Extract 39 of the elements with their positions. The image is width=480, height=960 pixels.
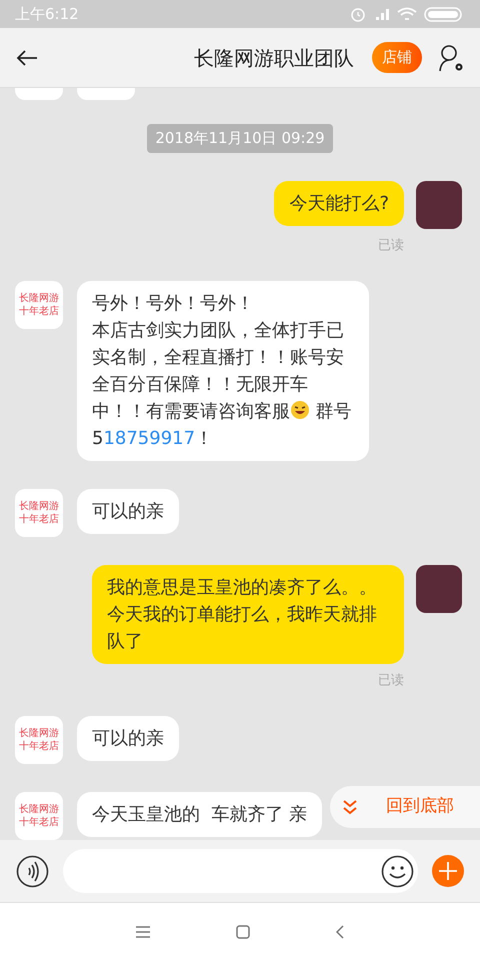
group-number-link[interactable]: 18759917 [103, 428, 196, 448]
avatar-text: 长隆网游 [19, 292, 59, 304]
read-receipt: 已读 [378, 238, 404, 252]
read-receipt: 已读 [378, 674, 404, 688]
avatar-text: 十年老店 [19, 304, 59, 318]
home-square-icon[interactable] [236, 924, 250, 938]
message-bubble: 今天能打么? [274, 180, 404, 226]
shop-button[interactable]: 店铺 [372, 42, 422, 73]
scroll-to-bottom-button[interactable]: 回到底部 [330, 786, 480, 828]
shop-avatar[interactable]: 长隆网游 十年老店 [15, 716, 63, 764]
message-bubble: 我的意思是玉皇池的凑齐了么。。今天我的订单能打么，我昨天就排队了 [92, 564, 404, 664]
back-arrow-icon[interactable] [16, 48, 38, 66]
message-bubble: 可以的亲 [77, 488, 179, 534]
avatar-text: 长隆网游 [19, 802, 59, 816]
message-input-field[interactable] [63, 849, 418, 893]
avatar-text: 长隆网游 [19, 726, 59, 740]
user-avatar-placeholder[interactable] [416, 564, 462, 612]
plus-icon[interactable] [432, 855, 464, 887]
avatar-text: 十年老店 [19, 740, 59, 752]
shop-avatar[interactable]: 长隆网游 十年老店 [15, 792, 63, 840]
timestamp: 2018年11月10日 09:29 [147, 124, 333, 152]
shop-avatar[interactable]: 长隆网游 十年老店 [15, 488, 63, 536]
back-chevron-icon[interactable] [336, 924, 344, 938]
partial-message-bubble [77, 88, 135, 100]
user-settings-icon[interactable] [438, 44, 464, 72]
double-chevron-down-icon [342, 799, 358, 815]
message-bubble: 今天玉皇池的 车就齐了 亲 [77, 792, 322, 836]
smiley-icon[interactable] [381, 854, 414, 888]
avatar-text: 十年老店 [19, 512, 59, 526]
chat-title: 长隆网游职业团队 [193, 44, 354, 72]
user-avatar-placeholder[interactable] [416, 180, 462, 228]
message-bubble: 号外！号外！号外！ 本店古剑实力团队，全体打手已实名制，全程直播打！！账号安全百分百保障！！无限开车中！！有需要请咨询客服 群号518759917！ [77, 280, 369, 460]
voice-icon[interactable] [16, 854, 49, 888]
menu-icon[interactable] [136, 926, 150, 938]
avatar-text: 十年老店 [19, 816, 59, 828]
avatar-text: 长隆网游 [19, 500, 59, 512]
partial-avatar [15, 88, 63, 100]
message-bubble: 可以的亲 [77, 716, 179, 760]
shop-avatar[interactable]: 长隆网游 十年老店 [15, 280, 63, 328]
